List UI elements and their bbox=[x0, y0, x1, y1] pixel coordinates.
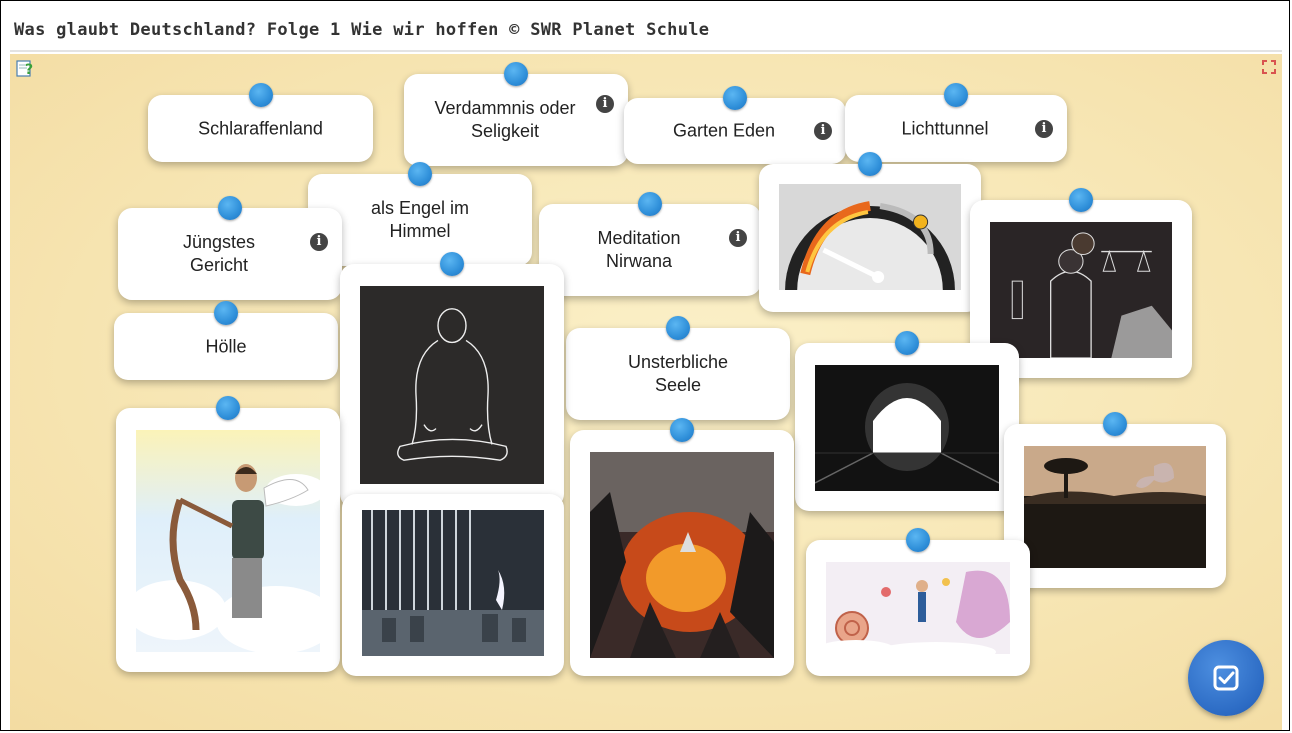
card-label: Schlaraffenland bbox=[198, 118, 323, 138]
help-question-icon[interactable]: ? bbox=[16, 58, 36, 78]
pin-icon bbox=[858, 152, 882, 176]
card-label: Hölle bbox=[205, 336, 247, 356]
meditating-figure-image[interactable] bbox=[340, 252, 564, 508]
pin-icon bbox=[1069, 188, 1093, 212]
pin-icon bbox=[248, 83, 273, 107]
card-label: Jüngstes Gericht bbox=[182, 232, 256, 275]
card-schlaraffenland[interactable]: Schlaraffenland bbox=[148, 83, 373, 162]
svg-text:?: ? bbox=[25, 62, 33, 78]
info-icon[interactable]: i bbox=[596, 95, 614, 113]
pin-icon bbox=[638, 192, 662, 216]
info-icon[interactable]: i bbox=[310, 233, 328, 251]
card-unsterbliche-seele[interactable]: Unsterbliche Seele bbox=[566, 316, 790, 420]
card-verdammnis[interactable]: Verdammnis oder Seligkeit i bbox=[404, 62, 628, 166]
fullscreen-icon[interactable] bbox=[1262, 60, 1276, 74]
pin-icon bbox=[218, 196, 242, 220]
card-label: Unsterbliche Seele bbox=[627, 352, 729, 395]
card-juengstes-gericht[interactable]: Jüngstes Gericht i bbox=[118, 196, 342, 300]
title-divider bbox=[10, 50, 1282, 52]
card-lichttunnel[interactable]: Lichttunnel i bbox=[845, 83, 1067, 162]
check-square-icon bbox=[1213, 665, 1239, 691]
pin-icon bbox=[944, 83, 968, 107]
info-icon[interactable]: i bbox=[1035, 119, 1053, 138]
pin-icon bbox=[214, 301, 238, 325]
card-hoelle[interactable]: Hölle bbox=[114, 301, 338, 380]
butterfly-savanna-image[interactable] bbox=[1004, 412, 1226, 588]
angel-harp-image[interactable] bbox=[116, 396, 340, 672]
card-label: Verdammnis oder Seligkeit bbox=[434, 98, 576, 141]
card-label: Lichttunnel bbox=[901, 118, 989, 138]
pin-icon bbox=[723, 86, 747, 110]
pin-icon bbox=[216, 396, 240, 420]
check-answers-button[interactable] bbox=[1188, 640, 1264, 716]
card-garten-eden[interactable]: Garten Eden i bbox=[624, 86, 846, 164]
card-label: Garten Eden bbox=[672, 120, 776, 141]
pin-icon bbox=[666, 316, 690, 340]
pin-icon bbox=[906, 528, 930, 552]
pin-icon bbox=[1103, 412, 1127, 436]
graveyard-gate-image[interactable] bbox=[342, 494, 564, 676]
tunnel-light-image[interactable] bbox=[795, 331, 1019, 511]
info-icon[interactable]: i bbox=[729, 229, 747, 247]
page-title: Was glaubt Deutschland? Folge 1 Wie wir … bbox=[14, 20, 710, 40]
card-label: Meditation Nirwana bbox=[597, 228, 681, 271]
pin-icon bbox=[670, 418, 694, 442]
burning-city-image[interactable] bbox=[570, 418, 794, 676]
pin-icon bbox=[895, 331, 919, 355]
info-icon[interactable]: i bbox=[814, 122, 832, 140]
pin-icon bbox=[408, 162, 432, 186]
pinboard: ? Schlaraffenland Verdammnis oder Seligk… bbox=[10, 54, 1282, 730]
gauge-fire-image[interactable] bbox=[759, 152, 981, 312]
pin-icon bbox=[504, 62, 528, 86]
card-meditation[interactable]: Meditation Nirwana i bbox=[539, 192, 761, 296]
pin-icon bbox=[440, 252, 464, 276]
candy-land-image[interactable] bbox=[806, 528, 1030, 676]
